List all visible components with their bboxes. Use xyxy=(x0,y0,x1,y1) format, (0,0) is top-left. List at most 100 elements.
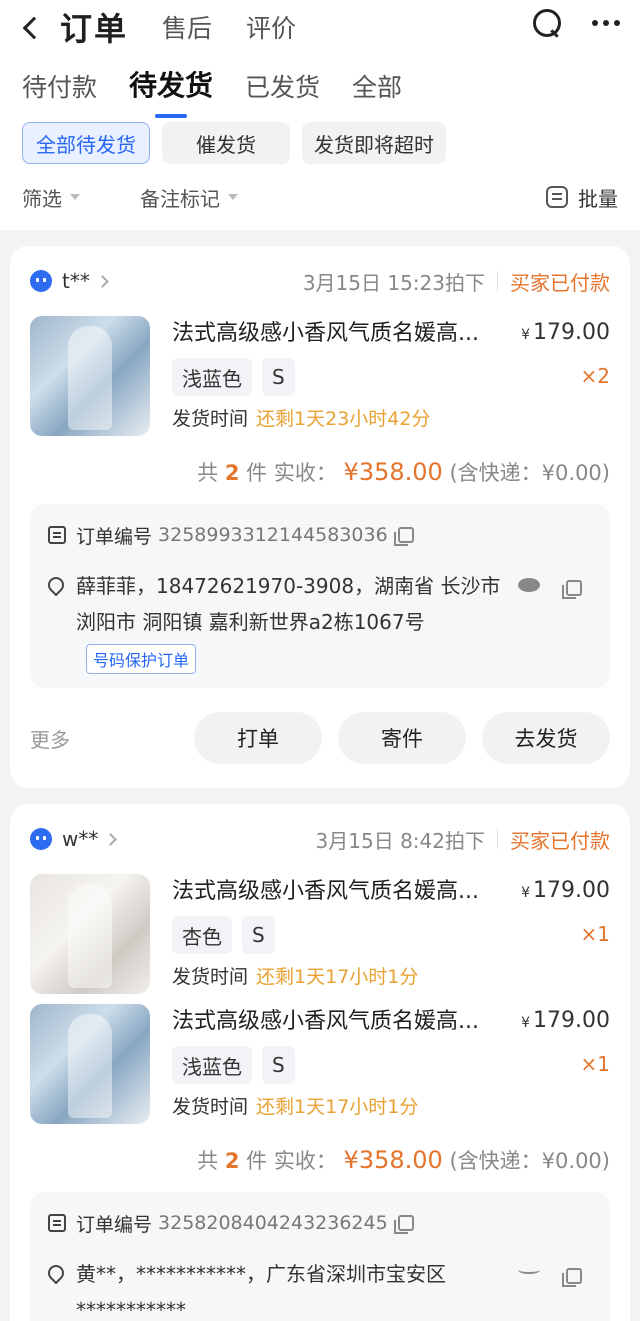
product-image[interactable] xyxy=(30,874,150,994)
nav-actions xyxy=(532,8,620,38)
nav-bar: 订单 售后 评价 xyxy=(0,0,640,54)
filter-bar: 筛选 备注标记 批量 xyxy=(0,180,640,214)
batch-button[interactable]: 批量 xyxy=(546,183,618,212)
order-header: t** 3月15日 15:23拍下 买家已付款 xyxy=(30,246,610,316)
batch-icon xyxy=(546,186,568,208)
tab-after-sales[interactable]: 售后 xyxy=(162,9,212,45)
item-quantity: ×2 xyxy=(580,364,610,388)
item-price: ¥179.00 xyxy=(521,1008,610,1033)
chip-urge[interactable]: 催发货 xyxy=(162,122,290,164)
print-button[interactable]: 打单 xyxy=(194,712,322,764)
order-number: 3258208404243236245 xyxy=(158,1212,388,1234)
price-value: 179.00 xyxy=(533,1008,610,1033)
top-panel: 订单 售后 评价 待付款 待发货 已发货 全部 全部待发货 催发货 发货即将超时… xyxy=(0,0,640,230)
product-title: 法式高级感小香风气质名媛高... xyxy=(172,1009,479,1034)
tab-pending-shipment[interactable]: 待发货 xyxy=(129,64,213,120)
divider xyxy=(497,829,498,849)
item-price: ¥179.00 xyxy=(521,878,610,903)
ship-remaining: 还剩1天17小时1分 xyxy=(256,966,419,988)
location-pin-icon xyxy=(44,1261,68,1285)
price-value: 179.00 xyxy=(533,878,610,903)
spec-color: 浅蓝色 xyxy=(172,1046,252,1084)
buyer-name[interactable]: w** xyxy=(62,827,98,851)
chip-timeout[interactable]: 发货即将超时 xyxy=(302,122,446,164)
currency-symbol: ¥ xyxy=(521,1015,531,1031)
order-total: 共 2 件 实收： ¥358.00 (含快递：¥0.00) xyxy=(30,446,610,498)
chip-all-pending[interactable]: 全部待发货 xyxy=(22,122,150,164)
status-tabs: 待付款 待发货 已发货 全部 xyxy=(0,54,640,120)
status-badge: 买家已付款 xyxy=(510,270,610,295)
copy-icon[interactable] xyxy=(393,527,414,546)
buyer-avatar-icon xyxy=(30,828,52,850)
ship-time: 发货时间 还剩1天17小时1分 xyxy=(172,962,610,989)
more-link[interactable]: 更多 xyxy=(30,724,70,753)
caret-down-icon xyxy=(228,194,238,200)
order-item[interactable]: 法式高级感小香风气质名媛高... 浅蓝色 S 发货时间 还剩1天17小时1分 ¥1… xyxy=(30,1004,610,1134)
filter-dropdown[interactable]: 筛选 xyxy=(22,183,80,212)
total-count: 2 xyxy=(224,1149,240,1173)
tab-all[interactable]: 全部 xyxy=(352,68,402,120)
total-prefix: 共 xyxy=(197,461,219,485)
order-item[interactable]: 法式高级感小香风气质名媛高... 杏色 S 发货时间 还剩1天17小时1分 ¥17… xyxy=(30,874,610,1004)
more-icon[interactable] xyxy=(592,8,620,38)
order-number-row: 订单编号 3258208404243236245 xyxy=(48,1208,592,1238)
currency-symbol: ¥ xyxy=(521,885,531,901)
chevron-right-icon[interactable] xyxy=(104,832,118,846)
order-header: w** 3月15日 8:42拍下 买家已付款 xyxy=(30,804,610,874)
ship-button[interactable]: 去发货 xyxy=(482,712,610,764)
spec-size: S xyxy=(262,1046,295,1084)
spec-color: 杏色 xyxy=(172,916,232,954)
eye-closed-icon[interactable] xyxy=(518,1266,540,1274)
total-amount: ¥358.00 xyxy=(343,1146,443,1174)
product-title: 法式高级感小香风气质名媛高... xyxy=(172,321,479,346)
order-item[interactable]: 法式高级感小香风气质名媛高... 浅蓝色 S 发货时间 还剩1天23小时42分 ¥… xyxy=(30,316,610,446)
divider xyxy=(497,271,498,291)
product-image[interactable] xyxy=(30,316,150,436)
item-price: ¥179.00 xyxy=(521,320,610,345)
copy-icon[interactable] xyxy=(393,1215,414,1234)
item-quantity: ×1 xyxy=(580,922,610,946)
chevron-right-icon[interactable] xyxy=(95,274,109,288)
copy-icon[interactable] xyxy=(562,580,582,599)
back-icon[interactable] xyxy=(22,16,46,40)
filter-chips: 全部待发货 催发货 发货即将超时 xyxy=(0,122,640,164)
order-number-label: 订单编号 xyxy=(76,1213,153,1236)
tab-shipped[interactable]: 已发货 xyxy=(245,68,320,120)
batch-label: 批量 xyxy=(578,186,618,211)
eye-icon[interactable] xyxy=(518,578,540,592)
search-icon[interactable] xyxy=(532,8,562,38)
total-count: 2 xyxy=(224,461,240,485)
document-icon xyxy=(48,1214,66,1232)
ship-time: 发货时间 还剩1天23小时42分 xyxy=(172,404,610,431)
order-actions: 更多 打单 寄件 去发货 xyxy=(30,688,610,788)
tab-pending-payment[interactable]: 待付款 xyxy=(22,68,97,120)
total-shipping: (含快递：¥0.00) xyxy=(449,1149,610,1173)
price-value: 179.00 xyxy=(533,320,610,345)
order-number-label: 订单编号 xyxy=(76,525,153,548)
address-box: 订单编号 3258993312144583036 薛菲菲，18472621970… xyxy=(30,504,610,688)
remark-label: 备注标记 xyxy=(140,186,220,211)
order-time: 3月15日 15:23拍下 xyxy=(302,270,485,295)
spec-color: 浅蓝色 xyxy=(172,358,252,396)
ship-label: 发货时间 xyxy=(172,1096,249,1118)
location-pin-icon xyxy=(44,573,68,597)
copy-icon[interactable] xyxy=(562,1268,582,1287)
total-amount: ¥358.00 xyxy=(343,458,443,486)
order-time: 3月15日 8:42拍下 xyxy=(315,828,485,853)
buyer-avatar-icon xyxy=(30,270,52,292)
send-parcel-button[interactable]: 寄件 xyxy=(338,712,466,764)
address-row: 黄**，***********，广东省深圳市宝安区 *********** xyxy=(44,1256,592,1321)
total-mid: 件 实收： xyxy=(246,461,337,485)
document-icon xyxy=(48,526,66,544)
buyer-name[interactable]: t** xyxy=(62,269,90,293)
address-box: 订单编号 3258208404243236245 黄**，***********… xyxy=(30,1192,610,1321)
remark-dropdown[interactable]: 备注标记 xyxy=(140,183,238,212)
ship-label: 发货时间 xyxy=(172,408,249,430)
product-title: 法式高级感小香风气质名媛高... xyxy=(172,879,479,904)
page-title: 订单 xyxy=(60,10,129,48)
address-row: 薛菲菲，18472621970-3908，湖南省 长沙市 浏阳市 洞阳镇 嘉利新… xyxy=(44,568,592,640)
order-card: t** 3月15日 15:23拍下 买家已付款 法式高级感小香风气质名媛高...… xyxy=(10,246,630,788)
product-image[interactable] xyxy=(30,1004,150,1124)
tab-reviews[interactable]: 评价 xyxy=(246,9,296,45)
ship-remaining: 还剩1天17小时1分 xyxy=(256,1096,419,1118)
